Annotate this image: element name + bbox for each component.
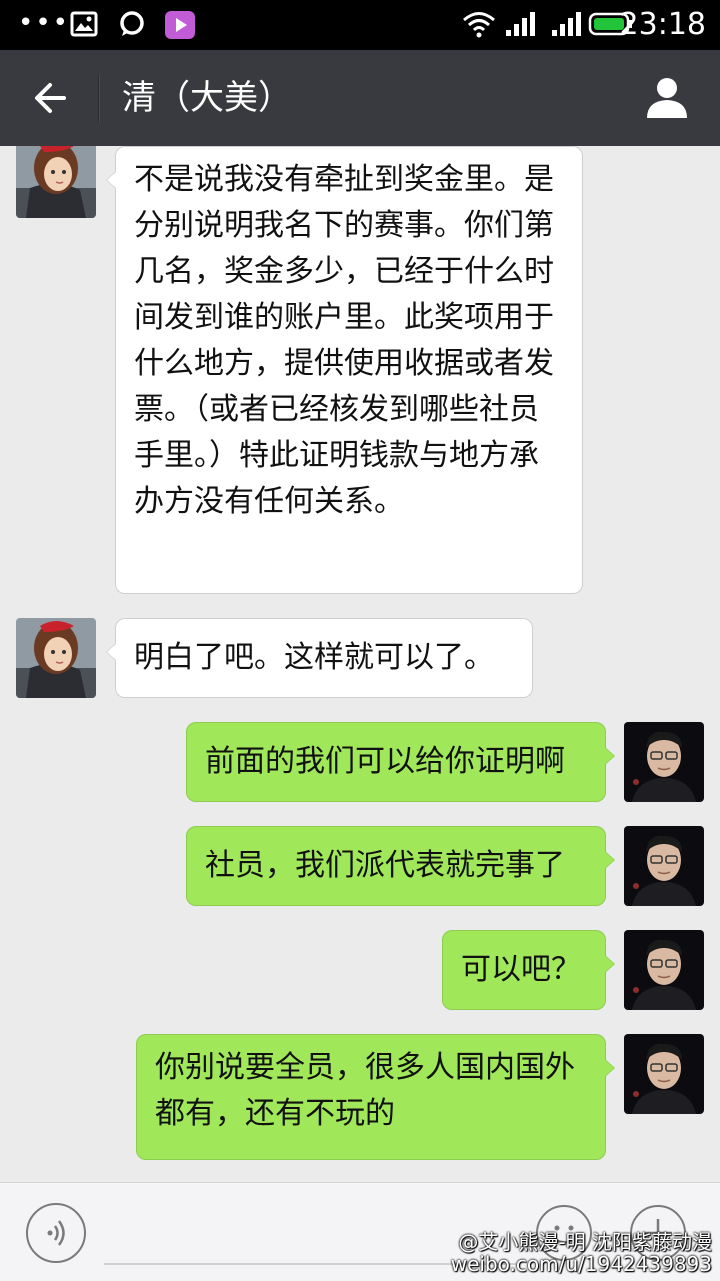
more-dots-icon: ••• — [18, 8, 71, 38]
message-bubble-outgoing[interactable]: 前面的我们可以给你证明啊 — [186, 722, 615, 802]
message-bubble-incoming[interactable]: 不是说我没有牵扯到奖金里。是分别说明我名下的赛事。你们第几名，奖金多少，已经于什… — [106, 146, 583, 594]
back-arrow-icon[interactable] — [28, 74, 76, 122]
self-avatar[interactable] — [624, 1034, 704, 1114]
wifi-icon — [463, 12, 495, 38]
message-text: 可以吧？ — [461, 952, 581, 987]
message-bubble-outgoing[interactable]: 可以吧？ — [442, 930, 615, 1010]
message-text: 你别说要全员，很多人国内国外都有，还有不玩的 — [155, 1050, 575, 1131]
message-text: 不是说我没有牵扯到奖金里。是分别说明我名下的赛事。你们第几名，奖金多少，已经于什… — [134, 162, 554, 519]
watermark-line-1: @艾小熊漫-明 沈阳紫藤动漫 — [458, 1230, 712, 1254]
signal-icon — [506, 12, 535, 36]
header-divider — [98, 74, 99, 122]
video-app-icon — [165, 11, 195, 39]
message-bubble-outgoing[interactable]: 社员，我们派代表就完事了 — [186, 826, 615, 906]
message-list[interactable]: 不是说我没有牵扯到奖金里。是分别说明我名下的赛事。你们第几名，奖金多少，已经于什… — [0, 146, 720, 1182]
voice-button[interactable] — [26, 1203, 86, 1263]
message-text: 前面的我们可以给你证明啊 — [205, 744, 565, 779]
page-title: 清（大美） — [122, 78, 292, 118]
message-text: 明白了吧。这样就可以了。 — [134, 640, 494, 675]
watermark-line-2: weibo.com/u/1942439893 — [450, 1252, 712, 1276]
signal-icon — [552, 12, 581, 36]
status-bar: ••• 23:18 — [0, 0, 720, 50]
message-bubble-outgoing[interactable]: 你别说要全员，很多人国内国外都有，还有不玩的 — [136, 1034, 615, 1160]
message-bubble-incoming[interactable]: 明白了吧。这样就可以了。 — [106, 618, 533, 698]
person-icon[interactable] — [644, 74, 690, 120]
self-avatar[interactable] — [624, 826, 704, 906]
self-avatar[interactable] — [624, 722, 704, 802]
message-text: 社员，我们派代表就完事了 — [205, 848, 565, 883]
input-bar: @艾小熊漫-明 沈阳紫藤动漫 weibo.com/u/1942439893 — [0, 1182, 720, 1281]
clock: 23:18 — [619, 7, 706, 42]
contact-avatar[interactable] — [16, 618, 96, 698]
voice-icon — [47, 1220, 65, 1246]
chat-header: 清（大美） — [0, 50, 720, 146]
gallery-icon — [70, 11, 98, 37]
self-avatar[interactable] — [624, 930, 704, 1010]
chat-bubble-icon — [120, 11, 144, 36]
contact-avatar[interactable] — [16, 146, 96, 218]
